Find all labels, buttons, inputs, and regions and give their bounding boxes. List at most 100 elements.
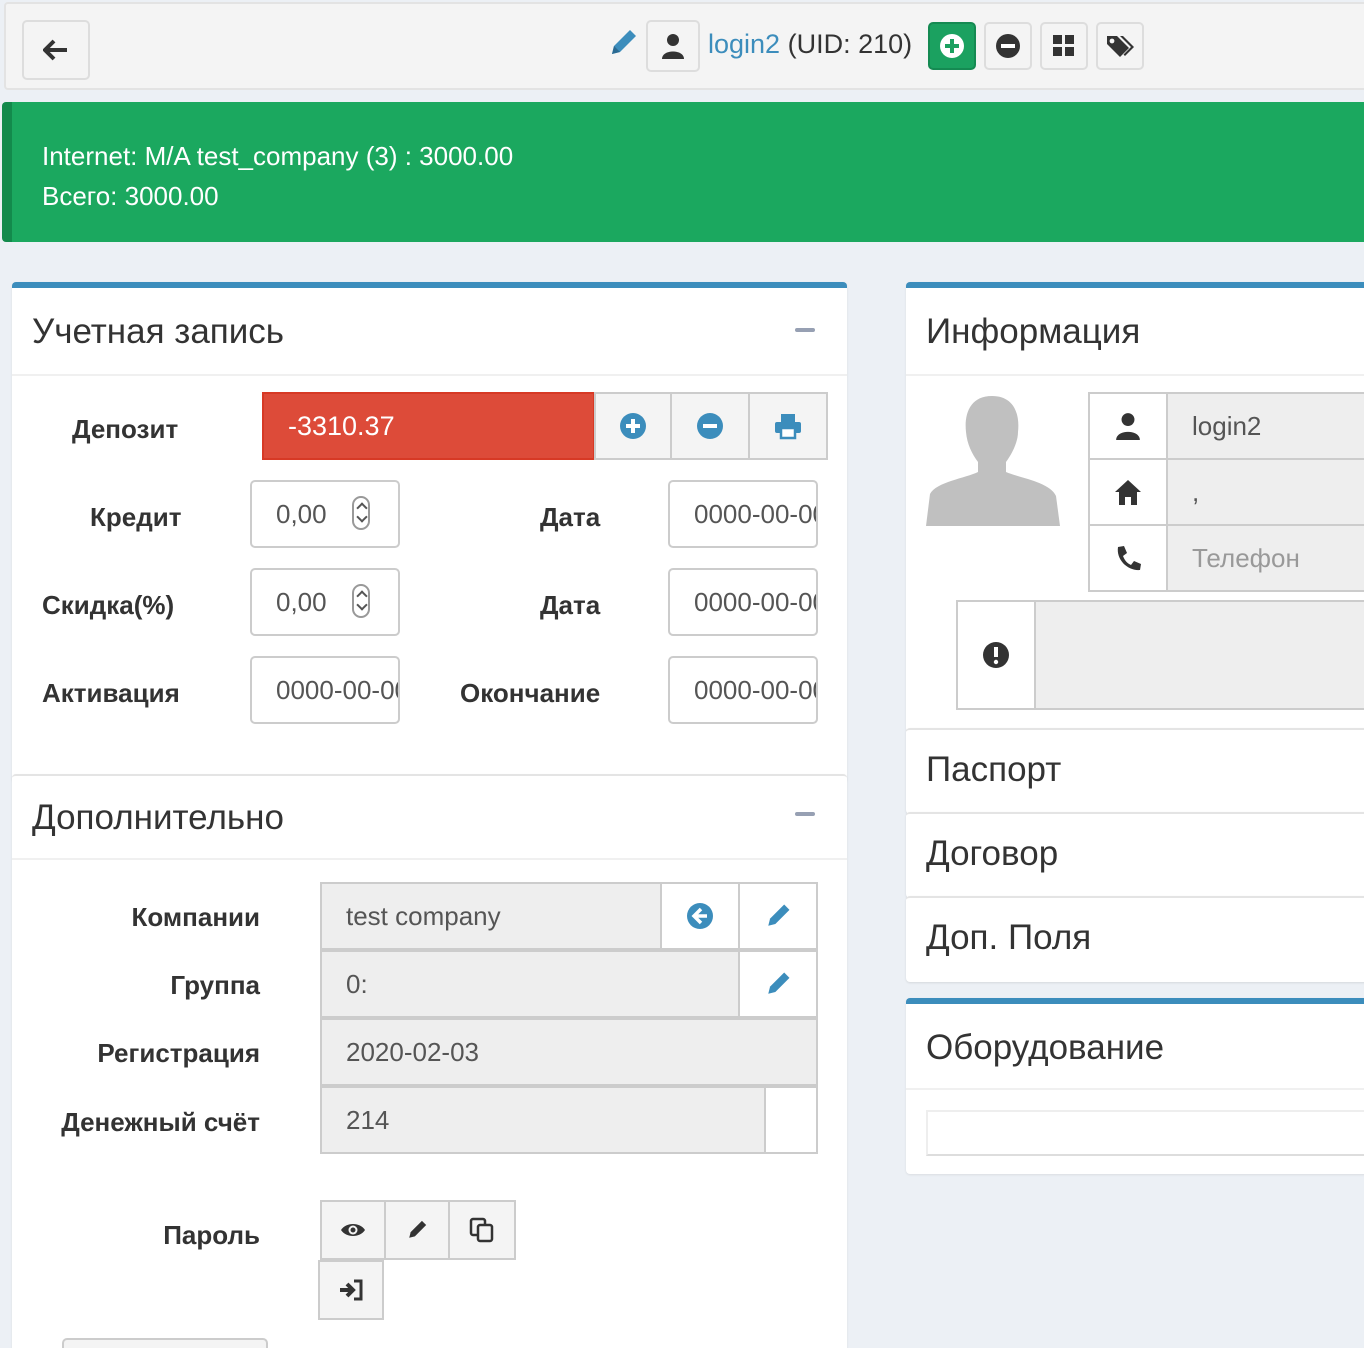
registration-value: 2020-02-03 [346,1036,479,1067]
group-label: Группа [170,970,260,1000]
password-label: Пароль [163,1220,260,1250]
divider [12,374,847,376]
equipment-content [926,1110,1364,1156]
user-icon [1116,413,1140,440]
add-fee-button[interactable] [670,392,750,460]
account-box: Учетная запись Депозит -3310.37 Кредит 0… [12,282,847,782]
discount-input-value: 0,00 [276,586,327,617]
collapse-account-button[interactable] [795,328,815,332]
credit-input[interactable]: 0,00 [250,480,400,548]
collapse-extra-button[interactable] [795,812,815,816]
tags-icon [1107,36,1134,57]
company-field: test company [320,882,662,950]
activation-input[interactable]: 0000-00-00 [250,656,400,724]
group-field: 0: [320,950,740,1018]
equipment-title: Оборудование [926,1028,1165,1067]
company-back-button[interactable] [660,882,740,950]
group-value: 0: [346,968,368,999]
credit-date-label: Дата [540,502,601,532]
user-login-link[interactable]: login2 [708,29,780,59]
info-box: Информация login2 , Телефон [906,282,1364,732]
edit-password-button[interactable] [384,1200,450,1260]
expire-value: 0000-00-00 [694,674,818,705]
discount-input[interactable]: 0,00 [250,568,400,636]
bill-field: 214 [320,1086,766,1154]
print-icon [775,414,801,440]
edit-user-button[interactable] [606,26,640,60]
bill-value: 214 [346,1104,390,1135]
credit-label: Кредит [90,502,182,532]
deposit-value: -3310.37 [262,392,595,460]
user-profile-button[interactable] [646,20,700,72]
grid-menu-button[interactable] [1040,22,1088,70]
phone-addon [1088,524,1168,592]
divider [906,1088,1364,1090]
credit-input-value: 0,00 [276,498,327,529]
info-address-value: , [1192,476,1200,507]
pencil-icon [612,30,636,54]
avatar [926,392,1060,526]
login-as-user-button[interactable] [318,1260,384,1320]
remove-button[interactable] [984,22,1032,70]
deposit-label: Депозит [72,414,179,444]
credit-date-input[interactable]: 0000-00-00 [668,480,818,548]
minus-circle-icon [996,34,1020,58]
phone-icon [1117,546,1141,571]
show-password-button[interactable] [320,1200,386,1260]
company-label: Компании [131,902,260,932]
credit-date-value: 0000-00-00 [694,498,818,529]
group-edit-button[interactable] [738,950,818,1018]
user-uid: (UID: 210) [787,29,913,59]
grid-icon [1053,35,1074,56]
pencil-icon [409,1220,427,1238]
discount-label: Скидка(%) [42,590,175,620]
exclamation-circle-icon [983,642,1009,668]
company-edit-button[interactable] [738,882,818,950]
pencil-icon [768,972,790,994]
bill-label: Денежный счёт [61,1107,260,1137]
info-phone-field[interactable]: Телефон [1166,524,1364,592]
expire-input[interactable]: 0000-00-00 [668,656,818,724]
plus-circle-icon [940,34,964,58]
info-box-title: Информация [926,312,1141,351]
info-phone-placeholder: Телефон [1192,542,1300,573]
copy-icon [469,1217,494,1243]
extra-box: Дополнительно Компании test company Груп… [12,774,847,1348]
add-service-button[interactable] [928,22,976,70]
expire-label: Окончание [460,678,601,708]
login-addon [1088,392,1168,460]
company-value: test company [346,900,501,931]
back-button[interactable] [22,20,90,80]
divider [906,374,1364,376]
sign-in-icon [340,1279,363,1301]
bottom-button[interactable] [62,1338,268,1348]
add-payment-button[interactable] [594,392,672,460]
user-icon [662,34,684,59]
credit-spinner-icon[interactable] [352,496,370,530]
user-title: login2 (UID: 210) [708,28,912,60]
discount-date-input[interactable]: 0000-00-00 [668,568,818,636]
contract-title: Договор [926,834,1059,873]
activation-value: 0000-00-00 [276,674,400,705]
comment-field[interactable] [1034,600,1364,710]
minus-circle-icon [697,413,723,439]
print-button[interactable] [748,392,828,460]
discount-date-value: 0000-00-00 [694,586,818,617]
arrow-circle-left-icon [687,903,713,929]
pencil-icon [768,904,790,926]
contract-section[interactable]: Договор [906,812,1364,898]
tags-button[interactable] [1096,22,1144,70]
alert-line-total: Всего: 3000.00 [42,181,219,211]
discount-spinner-icon[interactable] [352,584,370,618]
bill-action-button[interactable] [764,1086,818,1154]
copy-password-button[interactable] [448,1200,516,1260]
extra-fields-section[interactable]: Доп. Поля [906,896,1364,982]
extra-fields-title: Доп. Поля [926,918,1092,957]
passport-section[interactable]: Паспорт [906,728,1364,814]
activation-label: Активация [42,678,180,708]
arrow-left-icon [43,39,67,61]
registration-field: 2020-02-03 [320,1018,818,1086]
plus-circle-icon [620,413,646,439]
extra-box-title: Дополнительно [32,798,284,837]
info-login-value: login2 [1192,410,1262,441]
